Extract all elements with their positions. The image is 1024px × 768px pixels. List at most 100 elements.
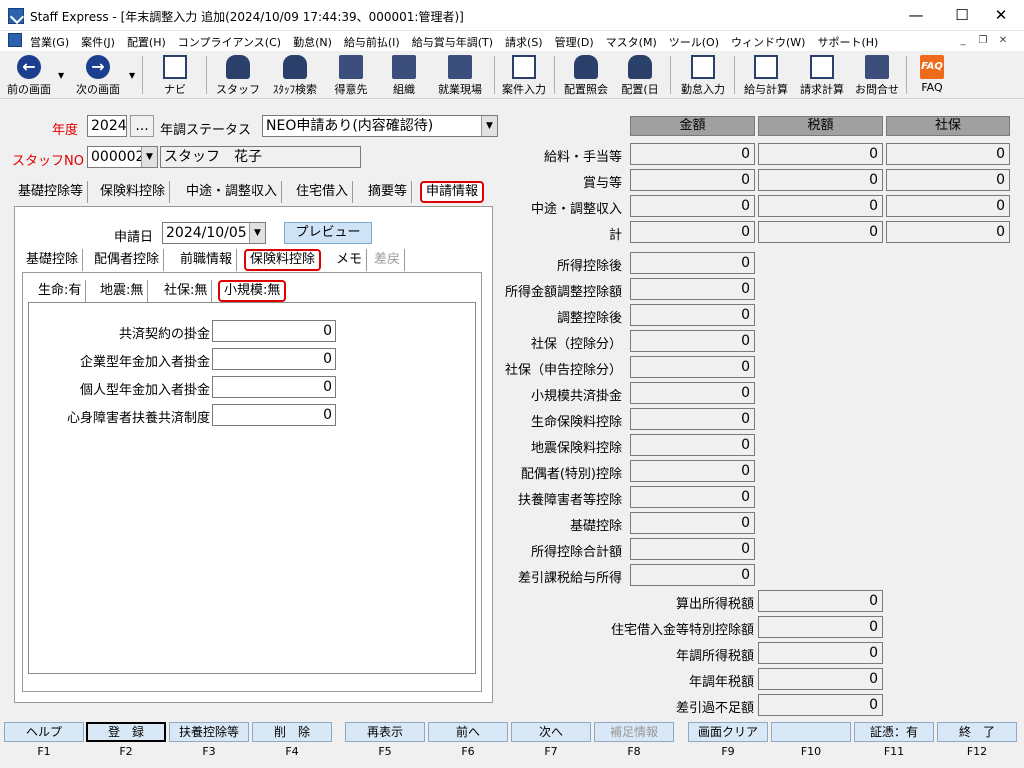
mdi-close-button[interactable]: ✕	[995, 33, 1011, 48]
menu-compliance[interactable]: コンプライアンス(C)	[178, 34, 281, 50]
tab-social[interactable]: 社保:無	[160, 280, 213, 302]
tab-insurance-deduction[interactable]: 保険料控除	[96, 181, 171, 203]
close-button[interactable]: ✕	[978, 0, 1024, 31]
mdi-icon[interactable]	[8, 33, 22, 47]
tax-summary-table: 算出所得税額 0 住宅借入金等特別控除額 0 年調所得税額 0 年調年税額 0 …	[560, 588, 888, 720]
staff-search-button[interactable]: ｽﾀｯﾌ検索	[266, 53, 324, 97]
menu-list: 営業(G) 案件(J) 配置(H) コンプライアンス(C) 勤怠(N) 給与前払…	[30, 34, 890, 50]
assign-query-label: 配置照会	[564, 83, 608, 96]
apply-date-value: 2024/10/05	[166, 225, 247, 241]
header-social: 社保	[886, 116, 1010, 136]
tab-insurance[interactable]: 保険料控除	[244, 249, 322, 271]
f5-refresh-button[interactable]: 再表示	[345, 722, 425, 742]
personal-pension-field[interactable]: 0	[212, 376, 336, 398]
tab-life[interactable]: 生命:有	[34, 280, 87, 302]
apply-date-select[interactable]: 2024/10/05 ▼	[162, 222, 266, 244]
deduction-cell: 0	[630, 330, 755, 352]
f5-key-label: F5	[378, 745, 392, 758]
assign-day-button[interactable]: 配置(日	[616, 53, 664, 97]
summary-cell: 0	[758, 195, 883, 217]
status-value: NEO申請あり(内容確認待)	[266, 118, 434, 134]
mutual-aid-field[interactable]: 0	[212, 320, 336, 342]
menu-master[interactable]: マスタ(M)	[606, 34, 657, 50]
menu-billing[interactable]: 請求(S)	[505, 34, 543, 50]
f4-delete-button[interactable]: 削 除	[252, 722, 332, 742]
menu-sales[interactable]: 営業(G)	[30, 34, 69, 50]
f12-exit-button[interactable]: 終 了	[937, 722, 1017, 742]
staff-button[interactable]: スタッフ	[214, 53, 262, 97]
inquiry-button[interactable]: お問合せ	[852, 53, 902, 97]
client-label: 得意先	[334, 83, 368, 96]
tab-sendback[interactable]: 差戻	[370, 249, 406, 271]
f7-next-button[interactable]: 次へ	[511, 722, 591, 742]
attendance-button[interactable]: 勤怠入力	[676, 53, 730, 97]
client-button[interactable]: 得意先	[328, 53, 374, 97]
header-tax: 税額	[758, 116, 883, 136]
summary-cell: 0	[758, 169, 883, 191]
tab-basic-deduction[interactable]: 基礎控除等	[14, 181, 89, 203]
income-summary-table: 給料・手当等 0 0 0 賞与等 0 0 0 中途・調整収入 0 0 0 計 0…	[495, 141, 1015, 245]
tab-housing-loan[interactable]: 住宅借入	[292, 181, 354, 203]
menu-payroll[interactable]: 給与賞与年調(T)	[412, 34, 493, 50]
tab-spouse[interactable]: 配偶者控除	[90, 249, 165, 271]
tax-cell: 0	[758, 668, 883, 690]
f1-help-button[interactable]: ヘルプ	[4, 722, 84, 742]
year-field[interactable]: 2024	[87, 115, 127, 137]
staffno-select[interactable]: 000002 ▼	[87, 146, 158, 168]
site-button[interactable]: 就業現場	[432, 53, 488, 97]
menu-admin[interactable]: 管理(D)	[555, 34, 594, 50]
prev-screen-button[interactable]: ← 前の画面	[4, 53, 54, 97]
f11-evidence-button[interactable]: 証憑：有	[854, 722, 934, 742]
tab-basic[interactable]: 基礎控除	[22, 249, 84, 271]
f3-dependent-button[interactable]: 扶養控除等	[169, 722, 249, 742]
prev-dropdown-icon[interactable]: ▼	[58, 71, 64, 80]
faq-label: FAQ	[921, 81, 943, 94]
calculator-icon	[810, 55, 834, 79]
next-dropdown-icon[interactable]: ▼	[129, 71, 135, 80]
menu-window[interactable]: ウィンドウ(W)	[731, 34, 805, 50]
f6-prev-button[interactable]: 前へ	[428, 722, 508, 742]
f2-register-button[interactable]: 登 録	[86, 722, 166, 742]
f9-clear-button[interactable]: 画面クリア	[688, 722, 768, 742]
menu-assign[interactable]: 配置(H)	[127, 34, 166, 50]
tab-memo[interactable]: メモ	[332, 249, 368, 271]
tab-previous-job[interactable]: 前職情報	[176, 249, 238, 271]
tab-small-scale[interactable]: 小規模:無	[218, 280, 287, 302]
disability-aid-field[interactable]: 0	[212, 404, 336, 426]
tab-earthquake[interactable]: 地震:無	[96, 280, 149, 302]
status-select[interactable]: NEO申請あり(内容確認待) ▼	[262, 115, 498, 137]
next-screen-button[interactable]: → 次の画面	[70, 53, 126, 97]
menu-prepay[interactable]: 給与前払(I)	[344, 34, 400, 50]
mdi-restore-button[interactable]: ❐	[975, 33, 991, 48]
tab-midyear-income[interactable]: 中途・調整収入	[182, 181, 283, 203]
f8-supplement-button[interactable]: 補足情報	[594, 722, 674, 742]
deduction-cell: 0	[630, 460, 755, 482]
tab-application-info[interactable]: 申請情報	[420, 181, 485, 203]
case-input-button[interactable]: 案件入力	[498, 53, 550, 97]
preview-button[interactable]: プレビュー	[284, 222, 372, 244]
assign-query-button[interactable]: 配置照会	[560, 53, 612, 97]
billing-calc-button[interactable]: 請求計算	[796, 53, 848, 97]
salary-calc-button[interactable]: 給与計算	[740, 53, 792, 97]
toolbar-separator	[142, 56, 143, 94]
assign-day-label: 配置(日	[621, 83, 659, 96]
org-button[interactable]: 組織	[382, 53, 426, 97]
corp-pension-field[interactable]: 0	[212, 348, 336, 370]
menu-case[interactable]: 案件(J)	[81, 34, 115, 50]
faq-button[interactable]: FAQ FAQ	[912, 53, 952, 97]
navi-button[interactable]: ナビ	[152, 53, 198, 97]
staff-label: スタッフ	[216, 83, 260, 96]
menu-attendance[interactable]: 勤怠(N)	[293, 34, 332, 50]
menu-support[interactable]: サポート(H)	[817, 34, 878, 50]
f10-button[interactable]	[771, 722, 851, 742]
menu-tools[interactable]: ツール(O)	[669, 34, 719, 50]
building-icon	[392, 55, 416, 79]
toolbar-separator	[906, 56, 907, 94]
tax-cell: 0	[758, 694, 883, 716]
f11-key-label: F11	[883, 745, 905, 758]
tab-summary[interactable]: 摘要等	[364, 181, 413, 203]
mdi-minimize-button[interactable]: _	[955, 33, 971, 48]
function-key-bar: ヘルプ F1 登 録 F2 扶養控除等 F3 削 除 F4 再表示 F5 前へ …	[0, 720, 1024, 768]
year-picker-button[interactable]: ...	[130, 115, 154, 137]
minimize-button[interactable]: —	[893, 0, 939, 31]
